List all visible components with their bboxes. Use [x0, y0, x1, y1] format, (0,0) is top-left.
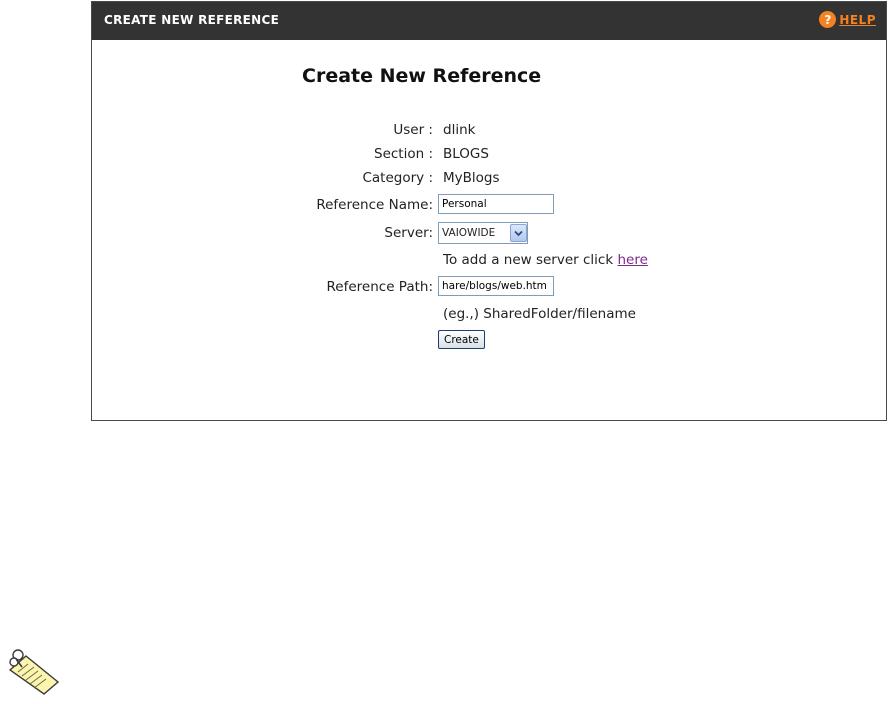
create-button[interactable]: Create [438, 330, 485, 349]
page: CREATE NEW REFERENCE ? HELP Create New R… [0, 0, 890, 704]
form-heading: Create New Reference [302, 65, 542, 87]
help-link[interactable]: ? HELP [819, 11, 876, 28]
user-label: User : [393, 122, 433, 138]
panel-title: CREATE NEW REFERENCE [104, 13, 280, 27]
reference-name-row: Reference Name: Personal [92, 194, 886, 216]
reference-name-label: Reference Name: [316, 197, 433, 213]
server-label: Server: [384, 225, 433, 241]
create-reference-panel: CREATE NEW REFERENCE ? HELP Create New R… [91, 1, 887, 421]
user-row: User : dlink [92, 119, 886, 141]
reference-path-input[interactable]: hare/blogs/web.htm [438, 276, 554, 296]
panel-titlebar: CREATE NEW REFERENCE ? HELP [92, 2, 886, 40]
server-select[interactable]: VAIOWIDE [438, 222, 528, 244]
category-row: Category : MyBlogs [92, 167, 886, 189]
add-server-link[interactable]: here [617, 252, 647, 268]
help-icon: ? [819, 11, 837, 28]
section-label: Section : [374, 146, 433, 162]
path-example: (eg.,) SharedFolder/filename [443, 306, 636, 322]
category-label: Category : [362, 170, 433, 186]
help-label[interactable]: HELP [839, 13, 876, 27]
chevron-down-icon[interactable] [510, 224, 527, 242]
add-server-hint-row: To add a new server click here [92, 249, 886, 271]
reference-name-input[interactable]: Personal [438, 194, 554, 214]
create-row: Create [92, 330, 886, 352]
reference-path-label: Reference Path: [326, 279, 433, 295]
server-row: Server: VAIOWIDE [92, 222, 886, 244]
add-server-hint: To add a new server click here [443, 252, 648, 268]
path-example-row: (eg.,) SharedFolder/filename [92, 303, 886, 325]
note-icon [8, 649, 60, 695]
add-server-hint-text: To add a new server click [443, 252, 618, 268]
category-value: MyBlogs [443, 170, 500, 186]
section-row: Section : BLOGS [92, 143, 886, 165]
reference-path-row: Reference Path: hare/blogs/web.htm [92, 276, 886, 298]
server-selected-value: VAIOWIDE [442, 227, 496, 239]
user-value: dlink [443, 122, 476, 138]
section-value: BLOGS [443, 146, 489, 162]
